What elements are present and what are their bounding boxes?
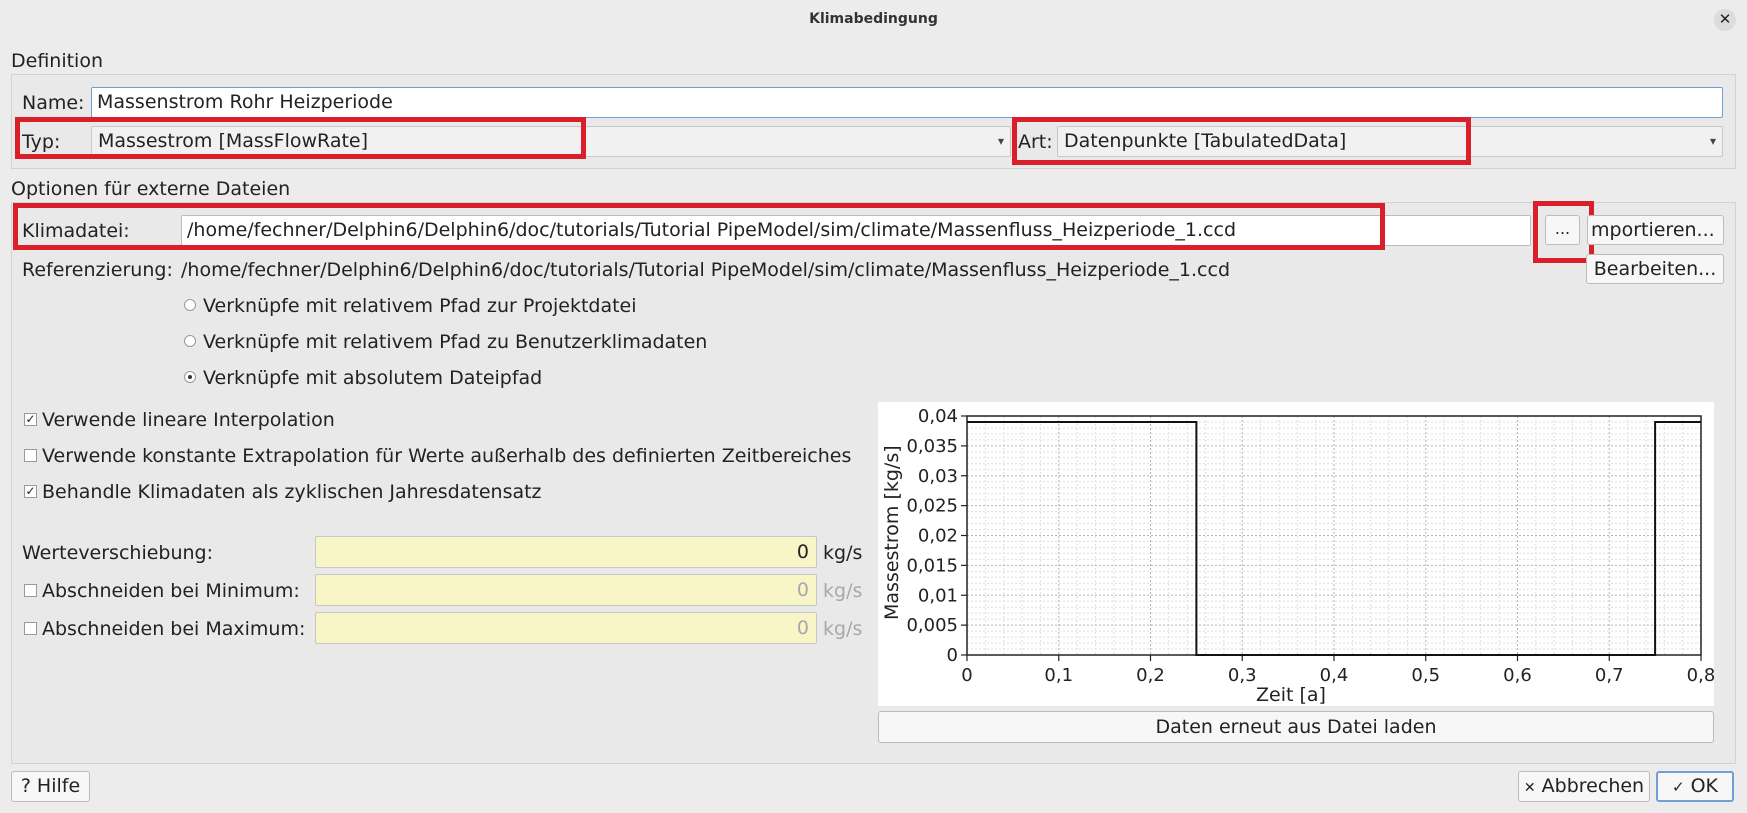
radio-relative-userclimate[interactable] <box>184 335 196 347</box>
cancel-icon: ✕ <box>1523 780 1536 796</box>
highlight-typ <box>15 117 586 159</box>
x-tick-label: 0,6 <box>1503 665 1532 686</box>
x-tick-label: 0,1 <box>1044 665 1073 686</box>
checkbox-constant-extrapolation[interactable] <box>24 449 37 462</box>
clip-min-unit: kg/s <box>823 580 863 602</box>
checkbox-clip-min[interactable] <box>24 584 37 597</box>
name-input[interactable]: Massenstrom Rohr Heizperiode <box>91 87 1723 118</box>
y-tick-label: 0,01 <box>918 585 958 606</box>
shift-label: Werteverschiebung: <box>22 542 214 564</box>
x-tick-label: 0,8 <box>1687 665 1714 686</box>
y-tick-label: 0,025 <box>906 496 958 517</box>
shift-input[interactable]: 0 <box>315 536 817 568</box>
external-group-title: Optionen für externe Dateien <box>11 178 291 200</box>
clip-min-label: Abschneiden bei Minimum: <box>42 580 300 602</box>
highlight-klimadatei <box>13 203 1385 250</box>
y-tick-label: 0,015 <box>906 555 958 576</box>
checkbox-cyclic[interactable]: ✓ <box>24 485 37 498</box>
massflow-chart: 0 0,1 0,2 0,3 0,4 0,5 0,6 0,7 0,8 0 0,005 0,01 0,015… <box>878 402 1714 706</box>
x-tick-label: 0,3 <box>1228 665 1257 686</box>
checkbox-constant-extrapolation-label: Verwende konstante Extrapolation für Wer… <box>42 445 852 467</box>
y-tick-label: 0,005 <box>906 615 958 636</box>
checkbox-linear-interpolation-label: Verwende lineare Interpolation <box>42 409 335 431</box>
reload-button[interactable]: Daten erneut aus Datei laden <box>878 711 1714 743</box>
y-tick-label: 0,02 <box>918 526 958 547</box>
chevron-down-icon: ▾ <box>1709 134 1716 148</box>
clip-max-label: Abschneiden bei Maximum: <box>42 618 306 640</box>
import-button[interactable]: mportieren... <box>1587 215 1724 245</box>
check-icon: ✓ <box>1671 778 1685 796</box>
x-tick-label: 0 <box>961 665 972 686</box>
ok-button[interactable]: ✓ OK <box>1656 771 1734 802</box>
checkbox-linear-interpolation[interactable]: ✓ <box>24 413 37 426</box>
edit-button[interactable]: Bearbeiten... <box>1586 254 1724 284</box>
chart-ylabel: Massestrom [kg/s] <box>881 445 903 620</box>
chevron-down-icon: ▾ <box>997 134 1004 148</box>
y-tick-label: 0,035 <box>906 436 958 457</box>
ok-label: OK <box>1690 775 1719 797</box>
definition-group-title: Definition <box>11 50 104 72</box>
y-tick-label: 0 <box>947 645 958 666</box>
name-label: Name: <box>22 92 85 114</box>
referenz-label: Referenzierung: <box>22 259 173 281</box>
radio-relative-userclimate-label: Verknüpfe mit relativem Pfad zu Benutzer… <box>203 331 708 353</box>
checkbox-cyclic-label: Behandle Klimadaten als zyklischen Jahre… <box>42 481 542 503</box>
help-button[interactable]: ? Hilfe <box>11 771 90 802</box>
cancel-button[interactable]: ✕ Abbrechen <box>1518 771 1650 802</box>
x-tick-label: 0,5 <box>1411 665 1440 686</box>
radio-relative-project[interactable] <box>184 299 196 311</box>
clip-max-input[interactable]: 0 <box>315 612 817 644</box>
chart-xlabel: Zeit [a] <box>1256 684 1326 706</box>
radio-relative-project-label: Verknüpfe mit relativem Pfad zur Projekt… <box>203 295 637 317</box>
radio-absolute[interactable] <box>184 371 196 383</box>
x-tick-label: 0,2 <box>1136 665 1165 686</box>
clip-max-unit: kg/s <box>823 618 863 640</box>
checkbox-clip-max[interactable] <box>24 622 37 635</box>
clip-min-input[interactable]: 0 <box>315 574 817 606</box>
close-icon[interactable]: ✕ <box>1714 9 1736 31</box>
window-title: Klimabedingung <box>809 11 938 27</box>
y-tick-label: 0,04 <box>918 406 958 427</box>
y-tick-label: 0,03 <box>918 466 958 487</box>
shift-unit: kg/s <box>823 542 863 564</box>
x-tick-label: 0,4 <box>1320 665 1349 686</box>
x-tick-label: 0,7 <box>1595 665 1624 686</box>
highlight-art <box>1012 117 1471 165</box>
highlight-browse <box>1533 201 1594 263</box>
radio-absolute-label: Verknüpfe mit absolutem Dateipfad <box>203 367 543 389</box>
cancel-label: Abbrechen <box>1541 775 1645 797</box>
referenz-value: /home/fechner/Delphin6/Delphin6/doc/tuto… <box>181 259 1230 281</box>
